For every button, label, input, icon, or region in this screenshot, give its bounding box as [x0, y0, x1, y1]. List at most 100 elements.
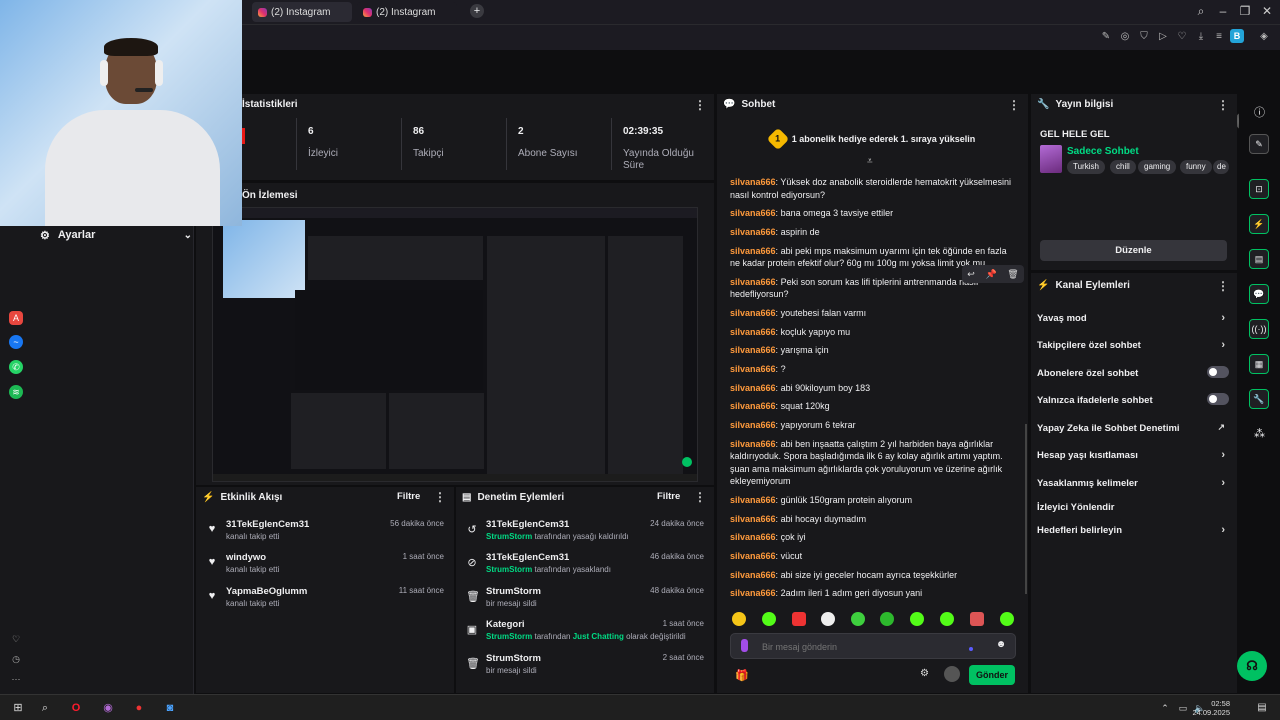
- activity-filter-button[interactable]: Filtre: [397, 491, 420, 502]
- chat-username[interactable]: silvana666: [730, 345, 776, 355]
- chat-username[interactable]: silvana666: [730, 401, 776, 411]
- chat-username[interactable]: silvana666: [730, 327, 776, 337]
- microphone-icon[interactable]: [741, 639, 748, 652]
- chat-message[interactable]: silvana666: vücut: [730, 550, 1014, 563]
- chat-username[interactable]: silvana666: [730, 570, 776, 580]
- browser-tab[interactable]: (2) Instagram: [357, 2, 457, 22]
- obs-icon[interactable]: ●: [132, 701, 146, 715]
- broadcast-icon[interactable]: ((·)): [1249, 319, 1269, 339]
- chat-message[interactable]: silvana666: abi 90kiloyum boy 183: [730, 382, 1014, 395]
- chat-message[interactable]: silvana666: abi size iyi geceler hocam a…: [730, 569, 1014, 582]
- action-emote-only[interactable]: Yalnızca ifadelerle sohbet: [1037, 393, 1229, 406]
- more-options-icon[interactable]: ⋮: [1217, 98, 1229, 112]
- chat-message[interactable]: silvana666: squat 120kg: [730, 400, 1014, 413]
- chat-message[interactable]: silvana666: çok iyi: [730, 531, 1014, 544]
- chat-message[interactable]: silvana666: aspirin de: [730, 226, 1014, 239]
- tag[interactable]: Turkish: [1067, 160, 1105, 174]
- emoji-icon[interactable]: ☻: [995, 639, 1007, 651]
- chat-message[interactable]: silvana666: yapıyorum 6 tekrar: [730, 419, 1014, 432]
- stream-category[interactable]: Sadece Sohbet: [1067, 146, 1139, 157]
- gift-icon[interactable]: 🎁: [735, 669, 749, 682]
- more-options-icon[interactable]: ⋮: [1217, 279, 1229, 293]
- app-icon[interactable]: ◙: [163, 701, 177, 715]
- menu-icon[interactable]: ≡: [1213, 31, 1225, 43]
- chat-username[interactable]: silvana666: [730, 588, 776, 598]
- action-follower-only[interactable]: Takipçilere özel sohbet ›: [1037, 339, 1229, 351]
- action-sub-only[interactable]: Abonelere özel sohbet: [1037, 366, 1229, 379]
- minimize-icon[interactable]: –: [1212, 4, 1234, 18]
- windows-start-icon[interactable]: ⊞: [11, 701, 25, 715]
- pencil-icon[interactable]: ✎: [1249, 134, 1269, 154]
- chat-username[interactable]: silvana666: [730, 551, 776, 561]
- action-ai-moderation[interactable]: Yapay Zeka ile Sohbet Denetimi ↗: [1037, 422, 1229, 434]
- modlog-filter-button[interactable]: Filtre: [657, 491, 680, 502]
- camera-icon[interactable]: ◎: [1119, 31, 1131, 43]
- settings-header[interactable]: ⚙ Ayarlar ⌄: [40, 226, 192, 244]
- browser-profile-icon[interactable]: B: [1230, 29, 1244, 43]
- emote-icon[interactable]: [910, 612, 924, 626]
- action-account-age[interactable]: Hesap yaşı kısıtlaması ›: [1037, 449, 1229, 461]
- emote-icon[interactable]: [732, 612, 746, 626]
- opera-icon[interactable]: O: [69, 701, 83, 715]
- emote-icon[interactable]: [1000, 612, 1014, 626]
- chat-username[interactable]: silvana666: [730, 227, 776, 237]
- app-icon[interactable]: A: [9, 311, 23, 325]
- more-options-icon[interactable]: ⋮: [1008, 98, 1020, 112]
- chat-message[interactable]: silvana666: youtebesi falan varmı: [730, 307, 1014, 320]
- scrollbar[interactable]: [1025, 424, 1027, 594]
- action-raid[interactable]: İzleyici Yönlendir: [1037, 502, 1229, 513]
- chat-message[interactable]: silvana666: yarışma için: [730, 344, 1014, 357]
- chat-message[interactable]: silvana666: koçluk yapıyo mu: [730, 326, 1014, 339]
- chat-message[interactable]: silvana666: bana omega 3 tavsiye ettiler: [730, 207, 1014, 220]
- system-clock[interactable]: 02:58 24.09.2025: [1192, 699, 1230, 717]
- network-icon[interactable]: ▭: [1176, 701, 1190, 715]
- browser-tab[interactable]: (2) Instagram: [252, 2, 352, 22]
- play-icon[interactable]: ▷: [1157, 31, 1169, 43]
- history-icon[interactable]: ◷: [9, 652, 23, 666]
- chat-username[interactable]: silvana666: [730, 532, 776, 542]
- notification-icon[interactable]: ▤: [1255, 701, 1269, 715]
- tag[interactable]: gaming: [1138, 160, 1177, 174]
- chat-username[interactable]: silvana666: [730, 514, 776, 524]
- whatsapp-icon[interactable]: ✆: [9, 360, 23, 374]
- action-banned-words[interactable]: Yasaklanmış kelimeler ›: [1037, 477, 1229, 489]
- search-icon[interactable]: ⌕: [38, 701, 52, 715]
- chevron-up-icon[interactable]: ⌃: [1158, 701, 1172, 715]
- heart-icon[interactable]: ♡: [1176, 31, 1188, 43]
- emote-icon[interactable]: [880, 612, 894, 626]
- chat-username[interactable]: silvana666: [730, 246, 776, 256]
- user-card-icon[interactable]: ▦: [1249, 354, 1269, 374]
- tag[interactable]: chill: [1110, 160, 1136, 174]
- chat-message[interactable]: silvana666: ?: [730, 363, 1014, 376]
- chat-message-input[interactable]: [762, 639, 982, 654]
- extension-icon[interactable]: ◈: [1258, 31, 1270, 43]
- action-goals[interactable]: Hedefleri belirleyin ›: [1037, 524, 1229, 536]
- chat-message[interactable]: silvana666: günlük 150gram protein alıyo…: [730, 494, 1014, 507]
- tag[interactable]: de: [1213, 160, 1229, 174]
- more-options-icon[interactable]: ⋮: [434, 490, 446, 504]
- restore-icon[interactable]: ❐: [1234, 4, 1256, 18]
- chat-username[interactable]: silvana666: [730, 208, 776, 218]
- emote-icon[interactable]: [940, 612, 954, 626]
- more-icon[interactable]: ⋯: [9, 672, 23, 686]
- share-icon[interactable]: ⁂: [1254, 427, 1265, 440]
- emote-icon[interactable]: [762, 612, 776, 626]
- chat-username[interactable]: silvana666: [730, 177, 776, 187]
- document-icon[interactable]: ▤: [1249, 249, 1269, 269]
- edit-icon[interactable]: ✎: [1100, 31, 1112, 43]
- chat-username[interactable]: silvana666: [730, 383, 776, 393]
- spotify-icon[interactable]: ≋: [9, 385, 23, 399]
- shield-icon[interactable]: ⛉: [1138, 31, 1150, 43]
- download-icon[interactable]: ⤓: [1195, 31, 1207, 43]
- search-icon[interactable]: ⌕: [1190, 4, 1212, 19]
- more-options-icon[interactable]: ⋮: [694, 98, 706, 112]
- info-icon[interactable]: ⓘ: [1254, 104, 1265, 120]
- emote-icon[interactable]: [821, 612, 835, 626]
- chat-icon[interactable]: 💬: [1249, 284, 1269, 304]
- reply-icon[interactable]: ↩: [967, 269, 975, 280]
- emote-icon[interactable]: [970, 612, 984, 626]
- chat-username[interactable]: silvana666: [730, 277, 776, 287]
- close-icon[interactable]: ✕: [1256, 4, 1278, 18]
- chat-username[interactable]: silvana666: [730, 420, 776, 430]
- gear-icon[interactable]: ⚙: [920, 668, 929, 679]
